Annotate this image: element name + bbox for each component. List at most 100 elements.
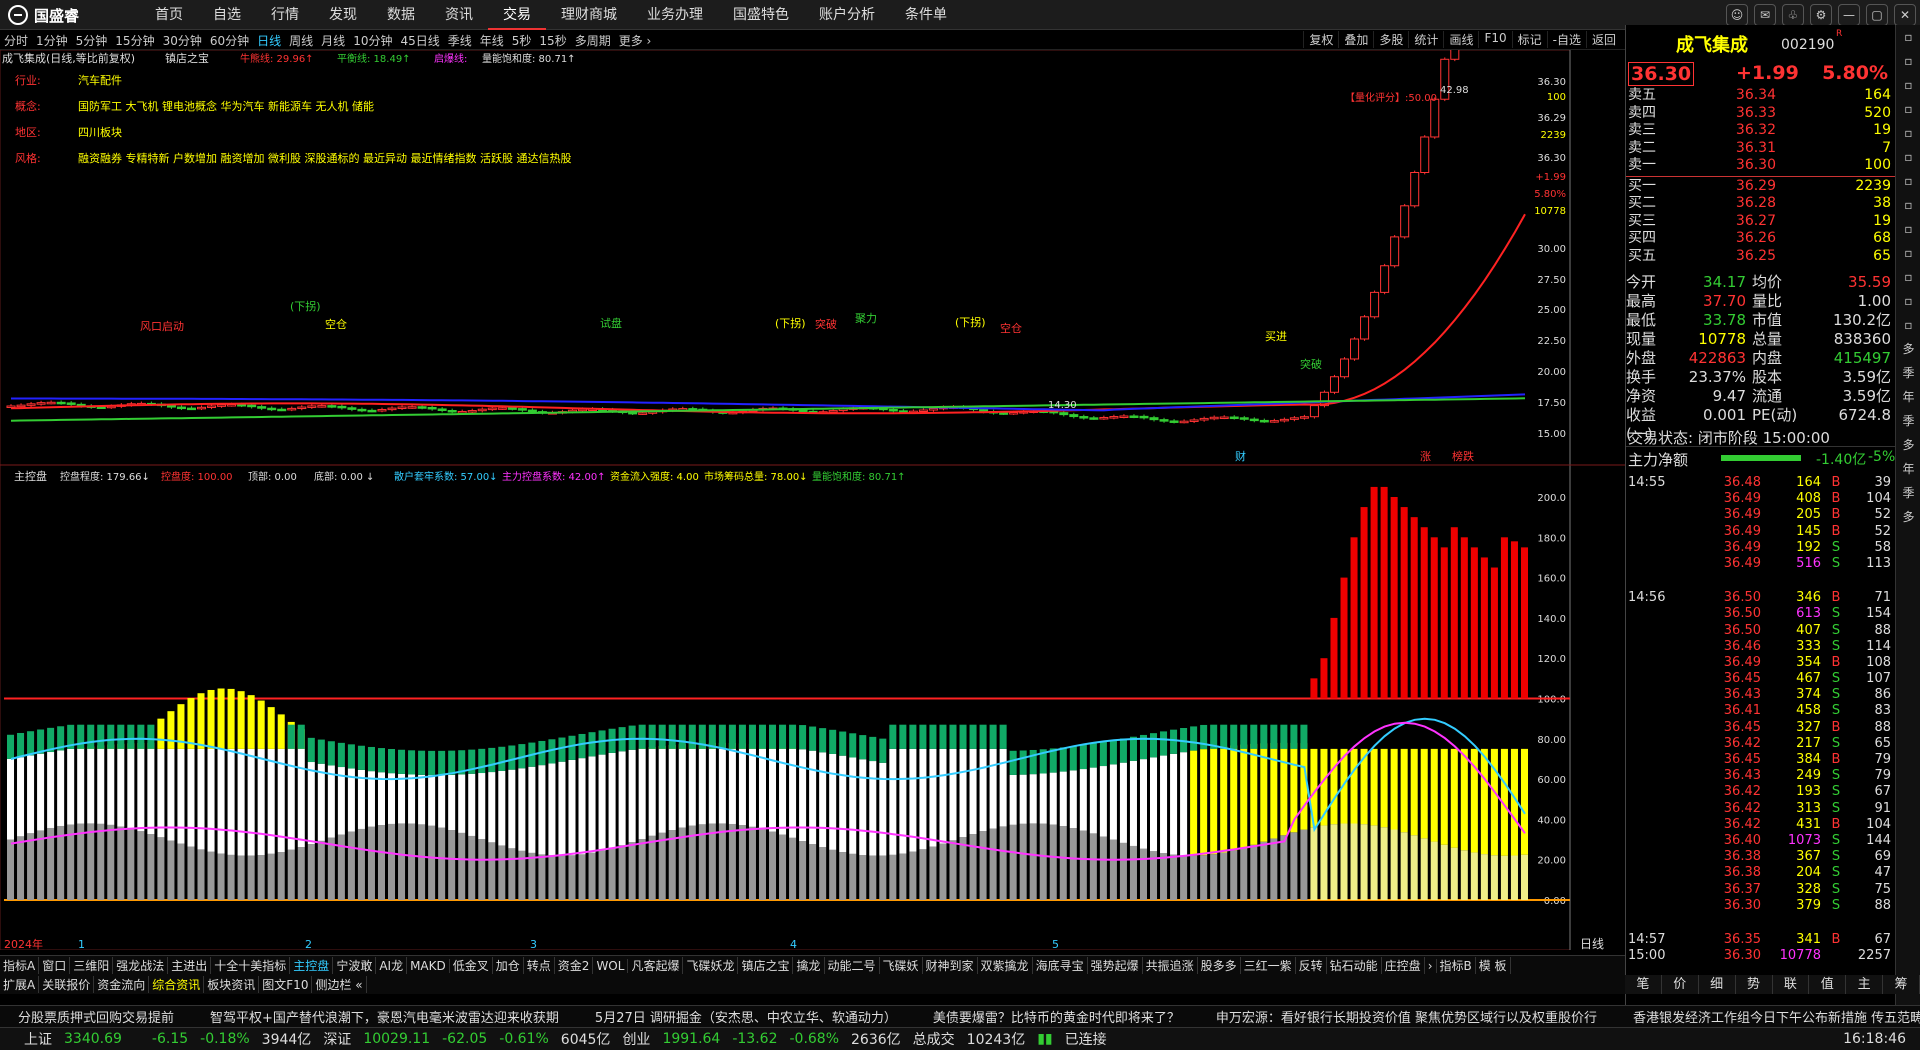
panel-icon[interactable]: ▫ [1896,49,1920,73]
table-icon[interactable]: ▫ [1896,217,1920,241]
help-icon[interactable]: ▫ [1896,313,1920,337]
indicator-tab[interactable]: 凡客起爆 [628,957,684,974]
nav-item[interactable]: 业务办理 [632,0,718,30]
sort-icon[interactable]: ▫ [1896,289,1920,313]
info-tab[interactable]: 关联报价 [39,976,95,993]
indicator-tab[interactable]: 反转 [1296,957,1327,974]
period-tab[interactable]: 15秒 [535,32,570,49]
chart-tool-button[interactable]: 标记 [1511,31,1547,48]
nav-item[interactable]: 自选 [198,0,256,30]
sidebar-tab[interactable]: 季 [1896,409,1920,433]
period-tab[interactable]: 多周期 [571,32,615,49]
close-icon[interactable]: ✕ [1894,4,1916,26]
indicator-tab[interactable]: 加仓 [493,957,524,974]
chart-tool-button[interactable]: 返回 [1585,31,1621,48]
period-tab[interactable]: 15分钟 [111,32,158,49]
period-tab[interactable]: 更多 › [615,32,656,49]
quote-tab[interactable]: 笔 [1625,975,1662,994]
indicator-tab[interactable]: 强龙战法 [113,957,169,974]
news-item[interactable]: 香港银发经济工作组今日下午公布新措施 传五范畴出击促进“银色消 [1615,1007,1920,1026]
bars-icon[interactable]: ▫ [1896,193,1920,217]
indicator-tab[interactable]: 资金2 [555,957,594,974]
kline-chart[interactable]: 成飞集成(日线,等比前复权) 镇店之宝 牛熊线: 29.96↑ 平衡线: 18.49↑… [0,50,1625,950]
indicator-tab[interactable]: 庄控盘 [1382,957,1425,974]
sidebar-tab[interactable]: 年 [1896,457,1920,481]
chart-tool-button[interactable]: -自选 [1546,31,1586,48]
app-logo[interactable]: 国盛睿 [8,4,79,26]
indicator-tab[interactable]: 十全十美指标 [211,957,291,974]
sidebar-tab[interactable]: 多 [1896,433,1920,457]
chart-tool-button[interactable]: 复权 [1303,31,1338,48]
indicator-tab[interactable]: 三维阳 [70,957,114,974]
skin-icon[interactable]: ♧ [1782,4,1804,26]
indicator-tab[interactable]: 宁波敢 [333,957,377,974]
tick-list[interactable]: 14:55 36.48 164 B 39 36.49 408 B 104 36.49 205 B 52 3… [1626,475,1896,964]
info-tab[interactable]: 综合资讯 [149,976,205,993]
indicator-tab[interactable]: 低金叉 [450,957,493,974]
nav-item[interactable]: 数据 [372,0,430,30]
news-item[interactable]: 分股票质押式回购交易提前 [0,1007,192,1026]
chart-tool-button[interactable]: 统计 [1408,31,1443,48]
period-tab[interactable]: 10分钟 [349,32,396,49]
chart-tool-button[interactable]: 画线 [1443,31,1478,48]
grid-icon[interactable]: ▫ [1896,73,1920,97]
sidebar-tab[interactable]: 季 [1896,361,1920,385]
indicator-tab[interactable]: MAKD [407,958,450,973]
info-tab[interactable]: 侧边栏 « [312,976,367,993]
indicator-tab[interactable]: 主进出 [168,957,212,974]
nav-item[interactable]: 资讯 [430,0,488,30]
nav-item[interactable]: 交易 [488,0,546,30]
indicator-tab[interactable]: 模 板 [1476,957,1511,974]
indicator-tab[interactable]: 财神到家 [923,957,978,974]
info-tab[interactable]: 资金流向 [94,976,150,993]
layout-icon[interactable]: ▫ [1896,97,1920,121]
indicator-tab[interactable]: 指标B [1437,957,1476,974]
quote-tab[interactable]: 值 [1809,975,1847,994]
minus-icon[interactable]: ▫ [1896,121,1920,145]
period-tab[interactable]: 5分钟 [72,32,112,49]
indicator-tab[interactable]: 镇店之宝 [738,957,794,974]
info-tab[interactable]: 扩展A [0,976,40,993]
news-item[interactable]: 智驾平权+国产替代浪潮下，豪恩汽电毫米波雷达迎来收获期 [192,1007,577,1026]
chart-tool-button[interactable]: 多股 [1373,31,1408,48]
indicator-tab[interactable]: › [1425,958,1437,973]
indicator-tab[interactable]: 主控盘 [290,957,334,974]
chat-icon[interactable]: ☺ [1726,4,1748,26]
news-item[interactable]: 美债要爆雷？比特币的黄金时代即将来了？ [915,1007,1198,1026]
indicator-tab[interactable]: 强势起爆 [1088,957,1143,974]
period-tab[interactable]: 5秒 [508,32,536,49]
nav-item[interactable]: 首页 [140,0,198,30]
nav-item[interactable]: 国盛特色 [718,0,804,30]
period-tab[interactable]: 45日线 [396,32,443,49]
message-icon[interactable]: ✉ [1754,4,1776,26]
sidebar-tab[interactable]: 年 [1896,385,1920,409]
settings-icon[interactable]: ⚙ [1810,4,1832,26]
sidebar-tab[interactable]: 季 [1896,481,1920,505]
sidebar-tab[interactable]: 多 [1896,337,1920,361]
chart-tool-button[interactable]: 叠加 [1338,31,1373,48]
restore-icon[interactable]: ▢ [1866,4,1888,26]
nav-item[interactable]: 条件单 [890,0,962,30]
nav-item[interactable]: 账户分析 [804,0,890,30]
indicator-tab[interactable]: 双紫擒龙 [978,957,1033,974]
chart-icon[interactable]: ▫ [1896,241,1920,265]
period-tab[interactable]: 60分钟 [206,32,253,49]
indicator-tab[interactable]: 指标A [0,957,40,974]
period-tab[interactable]: 周线 [285,32,317,49]
nav-item[interactable]: 发现 [314,0,372,30]
quote-tab[interactable]: 细 [1699,975,1736,994]
indicator-tab[interactable]: 窗口 [39,957,71,974]
info-tab[interactable]: 图文F10 [259,976,313,993]
news-item[interactable]: 申万宏源：看好银行长期投资价值 聚焦优势区域行以及权重股价行 [1198,1007,1615,1026]
indicator-tab[interactable]: 共振追涨 [1143,957,1198,974]
indicator-tab[interactable]: 三红一紫 [1241,957,1296,974]
indicator-tab[interactable]: 飞碟妖 [880,957,923,974]
minimize-icon[interactable]: — [1838,4,1860,26]
chart-tool-button[interactable]: F10 [1478,31,1511,48]
period-tab[interactable]: 月线 [317,32,349,49]
quote-tab[interactable]: 联 [1773,975,1810,994]
indicator-tab[interactable]: 钻石动能 [1327,957,1382,974]
period-tab[interactable]: 分时 [0,32,32,49]
settings-icon[interactable]: ▫ [1896,145,1920,169]
quote-tab[interactable]: 主 [1846,975,1884,994]
